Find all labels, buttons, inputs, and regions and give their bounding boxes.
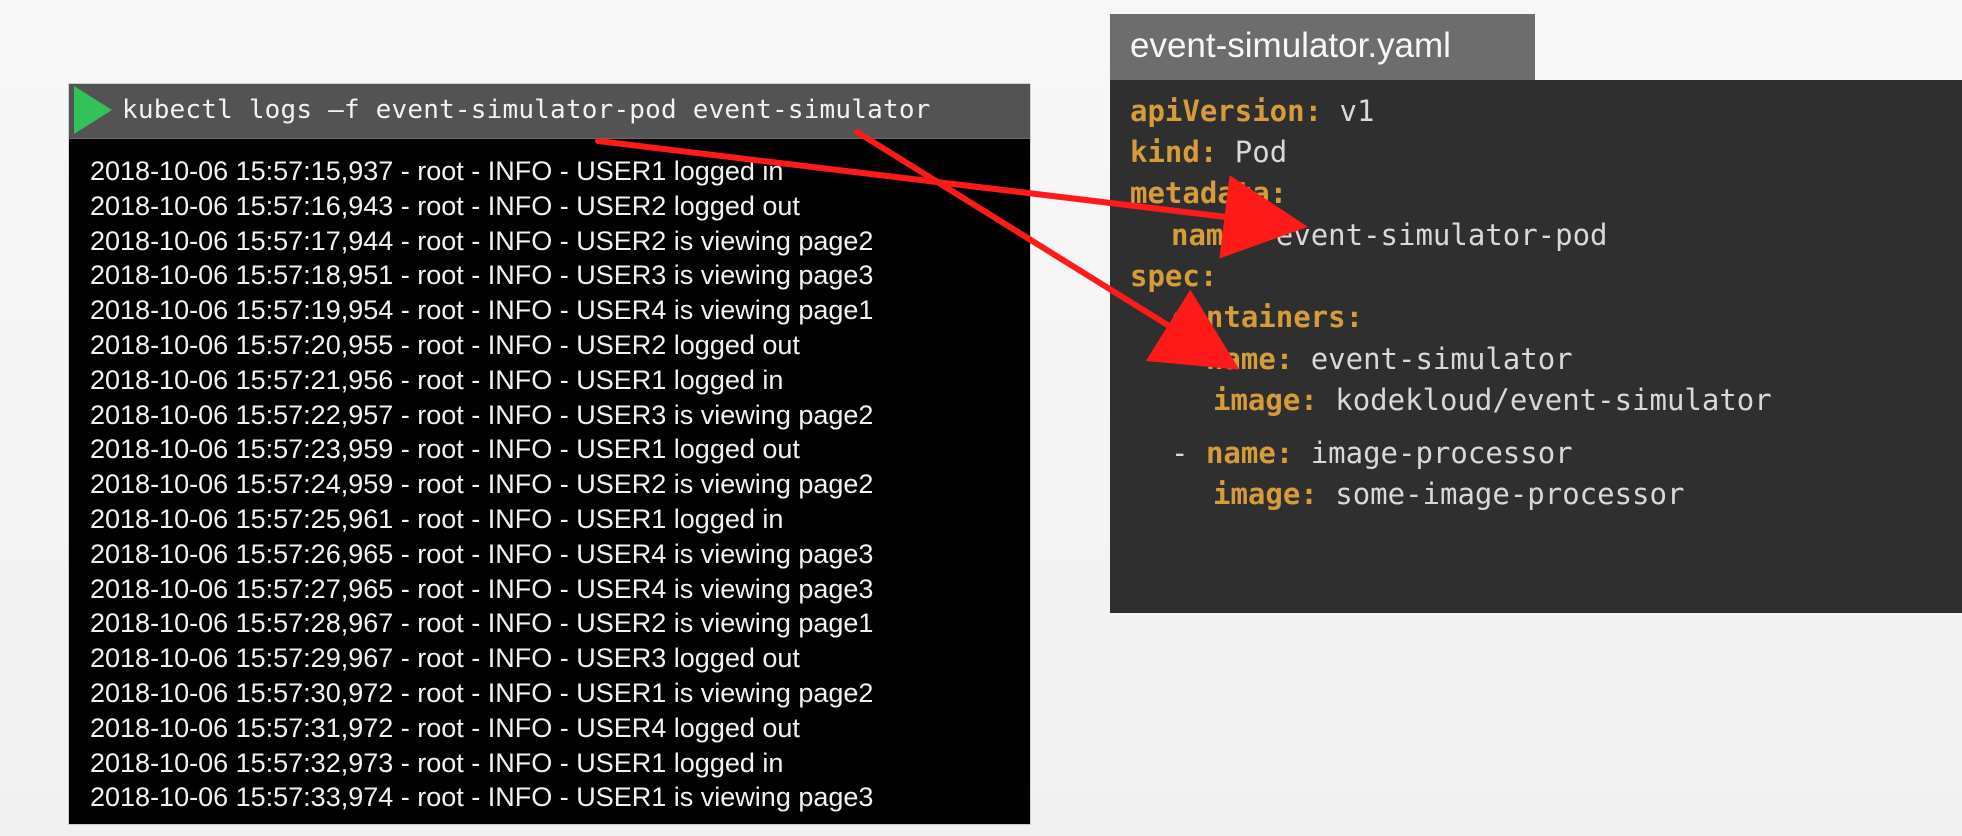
- yaml-line-container-1-image: image: kodekloud/event-simulator: [1213, 383, 1772, 417]
- yaml-dash: -: [1171, 436, 1189, 470]
- log-line: 2018-10-06 15:57:26,965 - root - INFO - …: [90, 538, 874, 569]
- yaml-key: name:: [1205, 436, 1294, 470]
- log-line: 2018-10-06 15:57:25,961 - root - INFO - …: [90, 503, 784, 534]
- log-line: 2018-10-06 15:57:28,967 - root - INFO - …: [90, 608, 874, 639]
- yaml-dash: -: [1171, 342, 1189, 376]
- log-line: 2018-10-06 15:57:17,944 - root - INFO - …: [90, 225, 874, 256]
- yaml-key: image:: [1213, 477, 1318, 511]
- yaml-line-metadata-name: name: event-simulator-pod: [1171, 218, 1608, 252]
- yaml-value: some-image-processor: [1335, 477, 1685, 511]
- log-line: 2018-10-06 15:57:31,972 - root - INFO - …: [90, 712, 800, 743]
- yaml-line-container-2-image: image: some-image-processor: [1213, 477, 1684, 511]
- log-line: 2018-10-06 15:57:23,959 - root - INFO - …: [90, 434, 800, 465]
- yaml-key: name:: [1171, 218, 1259, 252]
- yaml-key: spec:: [1130, 259, 1218, 293]
- yaml-line-containers: containers:: [1171, 300, 1363, 334]
- yaml-line-container-1-name: - name: event-simulator: [1171, 342, 1573, 376]
- log-line: 2018-10-06 15:57:27,965 - root - INFO - …: [90, 573, 874, 604]
- yaml-code-panel: apiVersion: v1 kind: Pod metadata: name:…: [1110, 80, 1962, 613]
- log-line: 2018-10-06 15:57:24,959 - root - INFO - …: [90, 469, 874, 500]
- yaml-key: metadata:: [1130, 176, 1288, 210]
- terminal-command-bar: kubectl logs –f event-simulator-pod even…: [69, 84, 1030, 139]
- log-line: 2018-10-06 15:57:16,943 - root - INFO - …: [90, 190, 800, 221]
- yaml-value: image-processor: [1310, 436, 1573, 470]
- yaml-value: event-simulator: [1310, 342, 1573, 376]
- terminal-command: kubectl logs –f event-simulator-pod even…: [122, 95, 931, 125]
- log-line: 2018-10-06 15:57:20,955 - root - INFO - …: [90, 329, 800, 360]
- yaml-line-spec: spec:: [1130, 259, 1217, 293]
- yaml-line-api-version: apiVersion: v1: [1130, 94, 1374, 128]
- yaml-value: kodekloud/event-simulator: [1335, 383, 1772, 417]
- yaml-line-metadata: metadata:: [1130, 176, 1287, 210]
- yaml-key: apiVersion:: [1130, 94, 1323, 128]
- yaml-file-name: event-simulator.yaml: [1130, 26, 1451, 65]
- log-line: 2018-10-06 15:57:22,957 - root - INFO - …: [90, 399, 874, 430]
- yaml-key: image:: [1213, 383, 1318, 417]
- log-line: 2018-10-06 15:57:15,937 - root - INFO - …: [90, 156, 784, 186]
- yaml-line-kind: kind: Pod: [1130, 135, 1287, 169]
- log-line: 2018-10-06 15:57:21,956 - root - INFO - …: [90, 364, 784, 395]
- yaml-value: event-simulator-pod: [1275, 218, 1608, 252]
- log-line: 2018-10-06 15:57:30,972 - root - INFO - …: [90, 677, 874, 708]
- log-line: 2018-10-06 15:57:29,967 - root - INFO - …: [90, 643, 800, 674]
- yaml-value: Pod: [1234, 135, 1288, 169]
- log-line: 2018-10-06 15:57:33,974 - root - INFO - …: [90, 782, 874, 813]
- log-line: 2018-10-06 15:57:32,973 - root - INFO - …: [90, 747, 784, 778]
- log-output: 2018-10-06 15:57:15,937 - root - INFO - …: [90, 154, 873, 815]
- yaml-value: v1: [1339, 94, 1375, 128]
- yaml-line-container-2-name: - name: image-processor: [1171, 436, 1573, 470]
- play-icon: [74, 86, 112, 134]
- yaml-file-tab[interactable]: event-simulator.yaml: [1110, 14, 1535, 80]
- yaml-key: containers:: [1171, 300, 1364, 334]
- log-line: 2018-10-06 15:57:18,951 - root - INFO - …: [90, 260, 874, 291]
- yaml-key: name:: [1205, 342, 1294, 376]
- yaml-key: kind:: [1130, 135, 1218, 169]
- terminal-window: kubectl logs –f event-simulator-pod even…: [69, 84, 1030, 824]
- log-line: 2018-10-06 15:57:19,954 - root - INFO - …: [90, 295, 874, 326]
